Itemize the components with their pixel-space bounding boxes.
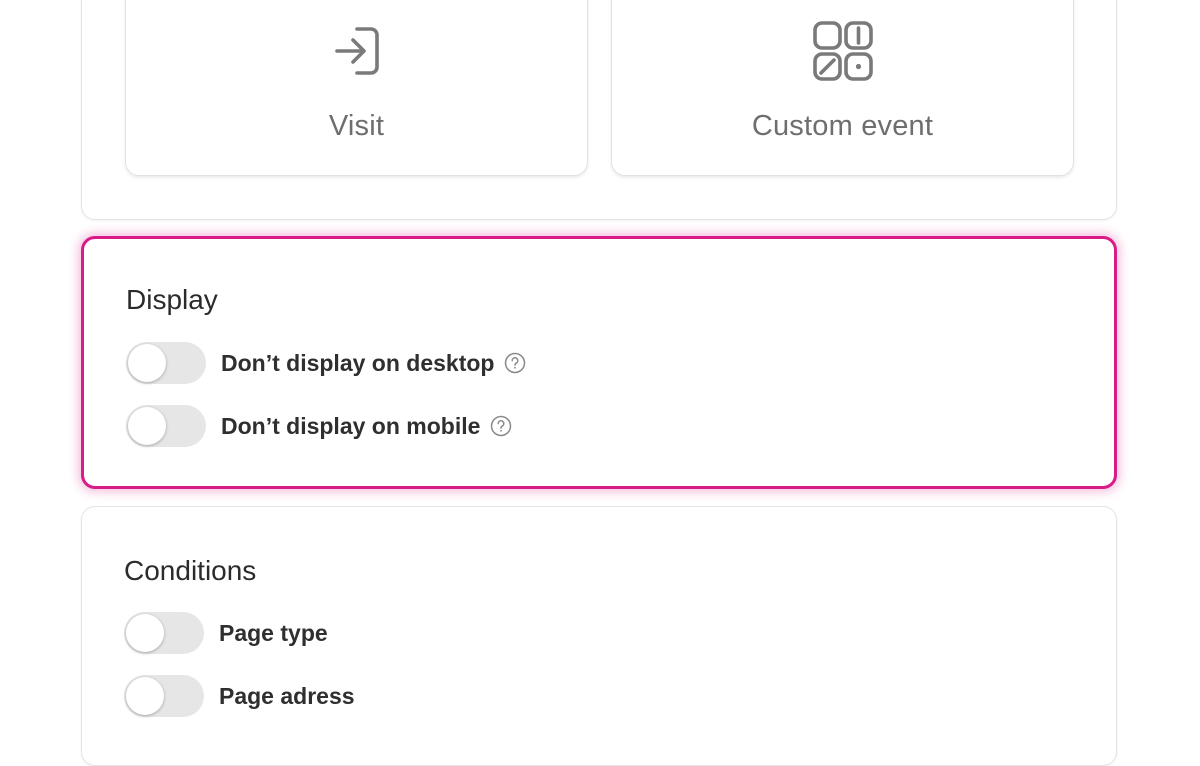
- toggle-page-adress[interactable]: [124, 675, 204, 717]
- option-label-page-type: Page type: [219, 619, 328, 646]
- trigger-card-custom-event[interactable]: Custom event: [611, 0, 1074, 176]
- option-row-page-adress: Page adress: [124, 675, 355, 717]
- option-label-mobile: Don’t display on mobile: [221, 412, 481, 439]
- toggle-page-type[interactable]: [124, 612, 204, 654]
- help-icon[interactable]: [490, 415, 512, 437]
- toggle-knob: [128, 407, 166, 445]
- trigger-label-custom-event: Custom event: [751, 110, 934, 142]
- option-label-page-adress: Page adress: [219, 682, 355, 709]
- conditions-panel: Conditions Page type Page adress: [81, 506, 1117, 766]
- trigger-card-visit[interactable]: Visit: [125, 0, 588, 176]
- display-panel: Display Don’t display on desktop Don’t d…: [81, 236, 1117, 489]
- toggle-hide-mobile[interactable]: [126, 405, 206, 447]
- toggle-knob: [126, 614, 164, 652]
- section-title-conditions: Conditions: [124, 555, 257, 586]
- toggle-knob: [126, 677, 164, 715]
- option-row-desktop: Don’t display on desktop: [126, 342, 526, 384]
- help-icon[interactable]: [504, 352, 526, 374]
- trigger-label-visit: Visit: [328, 110, 385, 142]
- toggle-hide-desktop[interactable]: [126, 342, 206, 384]
- option-row-page-type: Page type: [124, 612, 328, 654]
- apps-grid-icon: [808, 16, 878, 86]
- section-title-display: Display: [126, 284, 218, 315]
- trigger-panel: Visit Custom event: [81, 0, 1117, 220]
- option-label-desktop: Don’t display on desktop: [221, 349, 495, 376]
- toggle-knob: [128, 344, 166, 382]
- enter-icon: [322, 16, 392, 86]
- option-row-mobile: Don’t display on mobile: [126, 405, 512, 447]
